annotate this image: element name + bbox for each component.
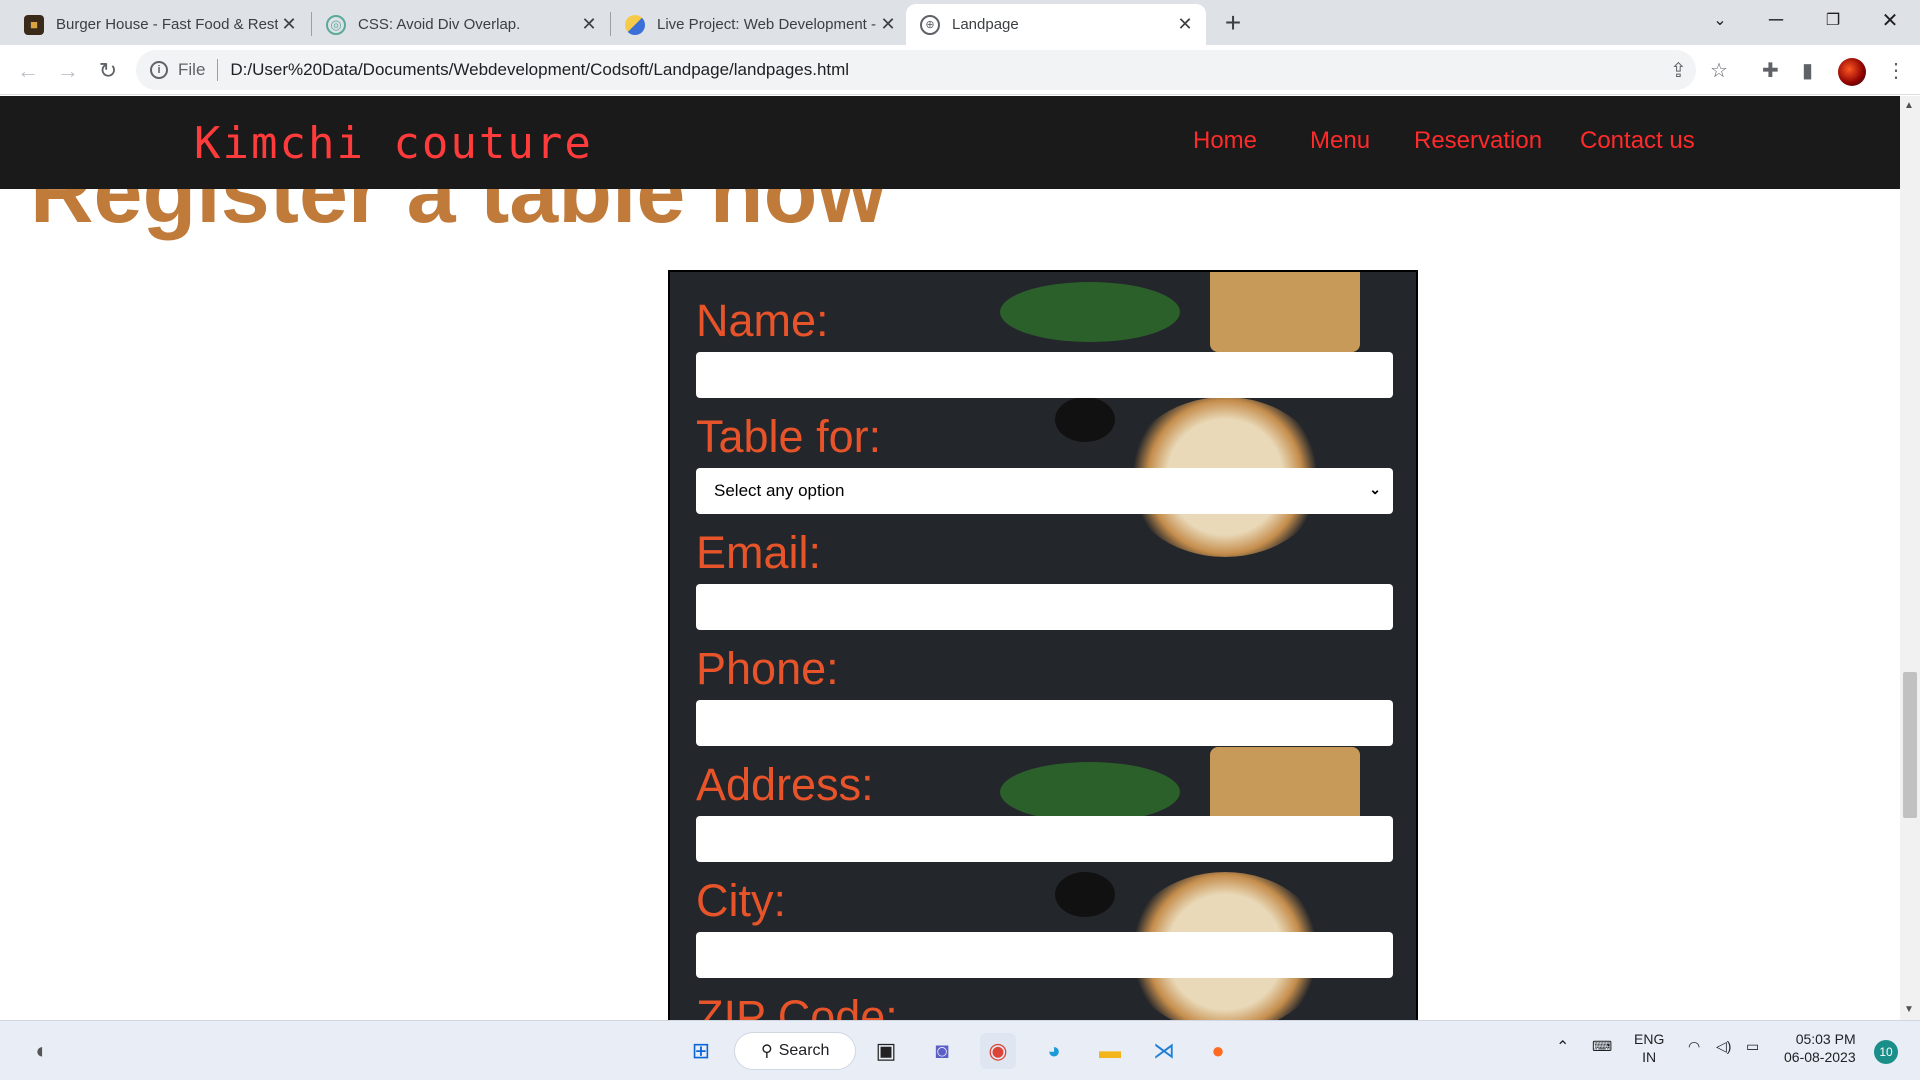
- city-input[interactable]: [696, 932, 1393, 978]
- browser-tab-bar: ■ Burger House - Fast Food & Rest ✕ ◎ CS…: [0, 0, 1920, 45]
- label-email: Email:: [696, 527, 822, 578]
- windows-start-icon[interactable]: ⊞: [683, 1033, 719, 1069]
- tray-overflow-chevron-icon[interactable]: ⌃: [1556, 1037, 1569, 1057]
- nav-link-menu[interactable]: Menu: [1310, 127, 1370, 155]
- label-table-for: Table for:: [696, 411, 882, 462]
- teams-chat-icon[interactable]: ◙: [924, 1033, 960, 1069]
- taskbar-search[interactable]: ⚲ Search: [734, 1032, 856, 1070]
- clock[interactable]: 05:03 PM 06-08-2023: [1784, 1030, 1856, 1066]
- address-input[interactable]: [696, 816, 1393, 862]
- page-scrollbar[interactable]: [1900, 96, 1920, 1020]
- label-phone: Phone:: [696, 643, 839, 694]
- forward-arrow-icon[interactable]: →: [52, 55, 84, 87]
- email-input[interactable]: [696, 584, 1393, 630]
- vscode-icon[interactable]: ⋊: [1146, 1033, 1182, 1069]
- browser-toolbar: ← → ↻ i File D:/User%20Data/Documents/We…: [0, 45, 1920, 95]
- scroll-down-arrow-icon[interactable]: ▼: [1904, 1004, 1914, 1015]
- weather-widget-icon[interactable]: ◐: [24, 1033, 60, 1069]
- burger-favicon-icon: ■: [24, 14, 44, 35]
- close-icon[interactable]: ✕: [877, 14, 899, 36]
- wifi-icon[interactable]: ◠: [1688, 1038, 1700, 1055]
- menu-kebab-icon[interactable]: ⋮: [1886, 58, 1906, 83]
- reservation-form: Name: Table for: Select any option ⌄ Ema…: [668, 270, 1418, 1020]
- tab-title: CSS: Avoid Div Overlap.: [358, 16, 521, 33]
- scroll-up-arrow-icon[interactable]: ▲: [1904, 100, 1914, 111]
- minimize-icon[interactable]: ─: [1748, 0, 1804, 40]
- share-icon[interactable]: ⇪: [1670, 58, 1687, 83]
- profile-avatar[interactable]: [1838, 58, 1866, 86]
- cilantro-image: [1000, 282, 1180, 342]
- battery-icon[interactable]: ▭: [1746, 1038, 1759, 1055]
- label-zip-code: ZIP Code:: [696, 991, 898, 1020]
- back-arrow-icon[interactable]: ←: [12, 55, 44, 87]
- chrome-icon[interactable]: ◉: [980, 1033, 1016, 1069]
- close-icon[interactable]: ✕: [1174, 14, 1196, 36]
- nav-link-contact-us[interactable]: Contact us: [1580, 127, 1695, 155]
- search-icon: ⚲: [761, 1043, 773, 1060]
- label-address: Address:: [696, 759, 874, 810]
- volume-icon[interactable]: ◁): [1716, 1038, 1731, 1055]
- bamboo-steamer-image: [1210, 272, 1360, 352]
- address-url[interactable]: D:/User%20Data/Documents/Webdevelopment/…: [230, 60, 849, 80]
- tab-title: Burger House - Fast Food & Rest: [56, 16, 278, 33]
- taskbar-search-label: Search: [778, 1042, 830, 1059]
- window-close-icon[interactable]: ✕: [1862, 0, 1918, 40]
- extensions-puzzle-icon[interactable]: ✚: [1762, 58, 1779, 83]
- sauce-bowl-image: [1055, 872, 1115, 917]
- python-favicon-icon: [625, 14, 645, 35]
- site-header: Kimchi couture Home Menu Reservation Con…: [0, 96, 1900, 189]
- page-viewport: Register a table now Kimchi couture Home…: [0, 96, 1900, 1020]
- close-icon[interactable]: ✕: [578, 14, 600, 36]
- label-name: Name:: [696, 295, 829, 346]
- table-for-select-value: Select any option: [714, 481, 845, 500]
- address-divider: [217, 59, 219, 81]
- bookmark-star-icon[interactable]: ☆: [1710, 58, 1728, 83]
- address-bar[interactable]: i File D:/User%20Data/Documents/Webdevel…: [136, 50, 1728, 90]
- tab-landpage[interactable]: ⊕ Landpage ✕: [906, 4, 1206, 45]
- tab-css-avoid-div-overlap[interactable]: ◎ CSS: Avoid Div Overlap. ✕: [312, 4, 610, 45]
- side-panel-icon[interactable]: ▮: [1802, 58, 1813, 83]
- windows-taskbar: ◐ ⊞ ⚲ Search ▣ ◙ ◉ ◕ ▬ ⋊ ● ⌃ ⌨ ENG IN ◠ …: [0, 1020, 1920, 1080]
- cilantro-image: [1000, 762, 1180, 822]
- tab-burger-house[interactable]: ■ Burger House - Fast Food & Rest ✕: [10, 4, 310, 45]
- info-icon[interactable]: i: [150, 61, 168, 79]
- edge-icon[interactable]: ◕: [1036, 1033, 1072, 1069]
- region-label: IN: [1642, 1049, 1657, 1065]
- address-scheme-label: File: [178, 60, 206, 79]
- nav-link-reservation[interactable]: Reservation: [1414, 127, 1542, 155]
- clock-date: 06-08-2023: [1784, 1049, 1856, 1065]
- language-label: ENG: [1634, 1031, 1665, 1047]
- close-icon[interactable]: ✕: [278, 14, 300, 36]
- tab-title: Live Project: Web Development -: [657, 16, 876, 33]
- firefox-icon[interactable]: ●: [1200, 1033, 1236, 1069]
- file-explorer-icon[interactable]: ▬: [1092, 1033, 1128, 1069]
- phone-input[interactable]: [696, 700, 1393, 746]
- table-for-select[interactable]: Select any option ⌄: [696, 468, 1393, 514]
- chatgpt-favicon-icon: ◎: [326, 14, 346, 35]
- scrollbar-thumb[interactable]: [1903, 672, 1917, 818]
- clock-time: 05:03 PM: [1795, 1031, 1856, 1047]
- tab-search-chevron-icon[interactable]: ⌄: [1692, 0, 1748, 40]
- site-logo[interactable]: Kimchi couture: [194, 118, 593, 169]
- tab-title: Landpage: [952, 16, 1019, 33]
- sauce-bowl-image: [1055, 397, 1115, 442]
- name-input[interactable]: [696, 352, 1393, 398]
- notification-badge[interactable]: 10: [1874, 1040, 1898, 1064]
- globe-favicon-icon: ⊕: [920, 14, 940, 35]
- keyboard-icon[interactable]: ⌨: [1592, 1038, 1612, 1055]
- language-indicator[interactable]: ENG IN: [1634, 1030, 1664, 1066]
- nav-link-home[interactable]: Home: [1193, 127, 1257, 155]
- new-tab-plus-icon[interactable]: +: [1218, 7, 1248, 38]
- chevron-down-icon: ⌄: [1369, 481, 1381, 497]
- restore-icon[interactable]: ❐: [1805, 0, 1861, 40]
- reload-icon[interactable]: ↻: [92, 55, 124, 87]
- task-view-icon[interactable]: ▣: [868, 1033, 904, 1069]
- tab-live-project[interactable]: Live Project: Web Development - ✕: [611, 4, 909, 45]
- label-city: City:: [696, 875, 786, 926]
